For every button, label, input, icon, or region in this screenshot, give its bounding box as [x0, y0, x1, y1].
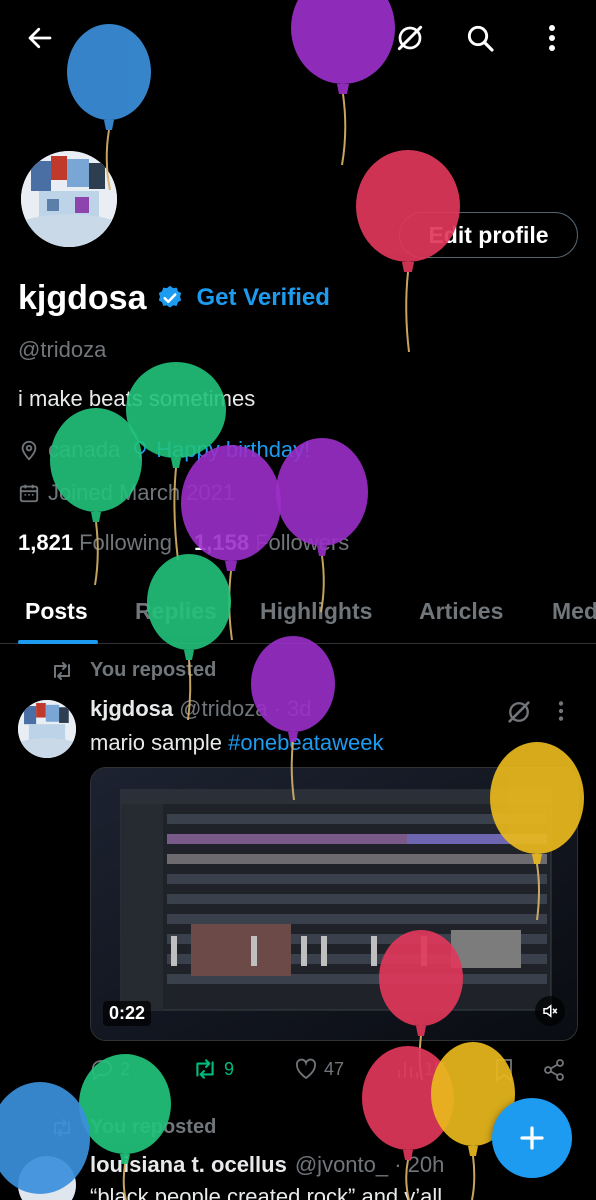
post-text-body: mario sample [90, 730, 229, 755]
post-author-name[interactable]: kjgdosa [90, 696, 173, 722]
calendar-icon [19, 484, 39, 503]
profile-tabs: Posts Replies Highlights Articles Med [0, 582, 596, 644]
repost-icon [54, 1118, 70, 1137]
repost-indicator: You reposted [50, 659, 216, 682]
plus-icon [520, 1126, 544, 1150]
repost-label-2: You reposted [90, 1116, 217, 1138]
like-button[interactable]: 47 [294, 1058, 344, 1080]
profile-bio: i make beats sometimes [18, 386, 256, 411]
joined-text: Joined March 2021 [48, 480, 236, 505]
location-pin-icon [21, 440, 37, 461]
follow-stats: 1,821 Following 1,158 Followers [18, 530, 349, 556]
post-video[interactable]: 0:22 [90, 767, 578, 1041]
profile-avatar[interactable] [18, 148, 120, 250]
post-author-avatar[interactable] [18, 700, 76, 758]
display-name: kjgdosa [18, 278, 147, 317]
search-icon[interactable] [460, 18, 500, 58]
top-bar [0, 0, 596, 76]
location-text: canada [48, 437, 121, 462]
repost-indicator-2: You reposted [50, 1116, 216, 1139]
repost-count: 9 [224, 1058, 235, 1079]
balloon-icon [134, 440, 147, 459]
post-more-icon[interactable] [556, 698, 566, 729]
post2-text: “black people created rock” and y’all [90, 1184, 443, 1200]
following-count[interactable]: 1,821 [18, 530, 73, 556]
verified-badge-icon [159, 285, 182, 308]
reply-icon [91, 1060, 112, 1080]
post2-header: louisiana t. ocellus @jvonto_ · 20h [90, 1152, 444, 1178]
reply-button[interactable]: 2 [90, 1058, 130, 1080]
post2-author-handle[interactable]: @jvonto_ · 20h [295, 1152, 445, 1178]
profile-meta-joined: Joined March 2021 [18, 480, 235, 506]
mute-icon[interactable] [535, 996, 565, 1026]
birthday-text: Happy birthday! [156, 437, 311, 462]
share-button[interactable] [542, 1058, 572, 1082]
reply-count: 2 [120, 1058, 131, 1079]
heart-icon [295, 1058, 317, 1080]
get-verified-link[interactable]: Get Verified [196, 284, 329, 312]
bookmark-icon [496, 1059, 512, 1082]
post-actions: 2 9 47 1K [90, 1058, 578, 1086]
view-count: 1K [424, 1058, 447, 1079]
tab-replies[interactable]: Replies [135, 598, 217, 625]
post-text: mario sample #onebeataweek [90, 730, 384, 756]
post-author-handle[interactable]: @tridoza · 3d [179, 696, 311, 722]
edit-profile-button[interactable]: Edit profile [399, 212, 578, 258]
active-tab-indicator [18, 640, 98, 644]
share-icon [544, 1059, 564, 1081]
tab-media[interactable]: Med [552, 598, 596, 625]
followers-label[interactable]: Followers [255, 530, 349, 556]
repost-label: You reposted [90, 659, 217, 681]
compose-post-button[interactable] [492, 1098, 572, 1178]
post2-author-name[interactable]: louisiana t. ocellus [90, 1152, 287, 1178]
video-thumbnail [91, 768, 577, 1040]
post2-author-avatar[interactable] [18, 1156, 76, 1200]
views-icon [398, 1062, 418, 1078]
name-row: kjgdosa Get Verified [18, 276, 330, 320]
repost-icon [54, 661, 70, 680]
profile-meta-location: canada Happy birthday! [18, 437, 310, 463]
video-duration: 0:22 [103, 1001, 152, 1026]
profile-handle: @tridoza [18, 337, 107, 362]
back-arrow-icon[interactable] [20, 18, 60, 58]
bookmark-button[interactable] [494, 1058, 520, 1082]
following-label[interactable]: Following [79, 530, 172, 556]
hashtag-link[interactable]: #onebeataweek [228, 730, 383, 755]
post-header: kjgdosa @tridoza · 3d [90, 696, 312, 722]
grok-icon[interactable] [390, 18, 430, 58]
followers-count[interactable]: 1,158 [194, 530, 249, 556]
tab-articles[interactable]: Articles [419, 598, 503, 625]
views-button[interactable]: 1K [396, 1058, 446, 1080]
tab-highlights[interactable]: Highlights [260, 598, 372, 625]
more-options-icon[interactable] [532, 18, 572, 58]
tab-posts[interactable]: Posts [25, 598, 88, 625]
repost-icon [196, 1059, 214, 1079]
like-count: 47 [324, 1058, 345, 1079]
repost-button[interactable]: 9 [192, 1058, 234, 1080]
grok-icon[interactable] [505, 698, 533, 731]
birthday-link[interactable]: Happy birthday! [130, 437, 310, 463]
